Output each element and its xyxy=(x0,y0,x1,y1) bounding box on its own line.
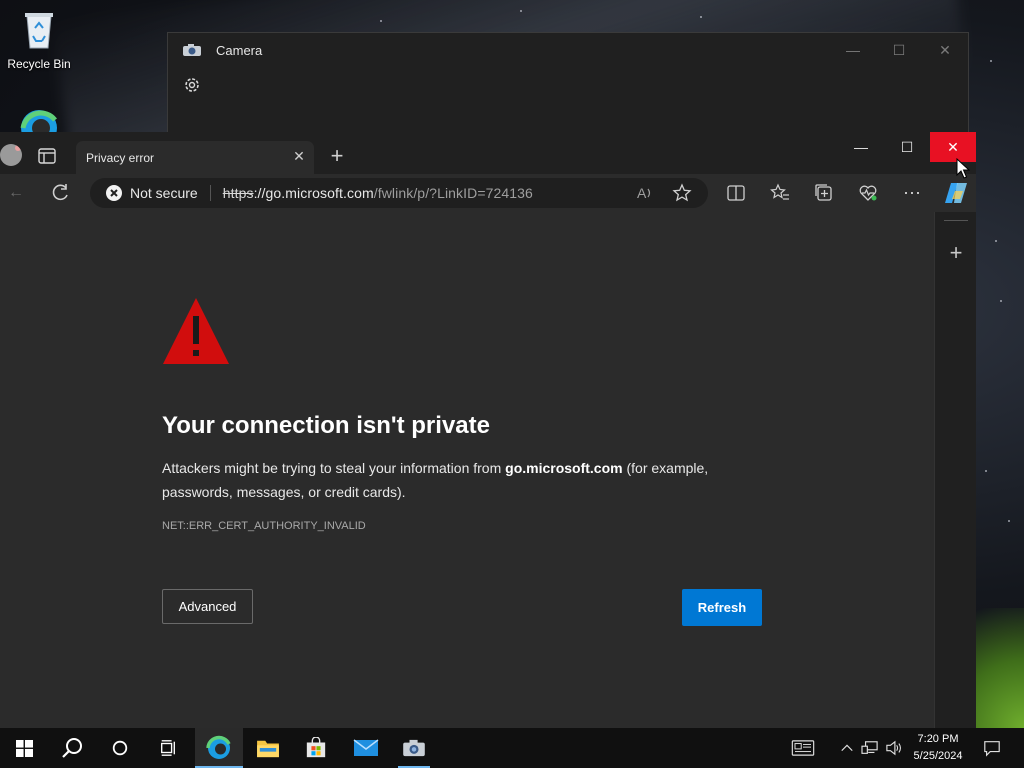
favorites-list-icon[interactable] xyxy=(768,181,792,205)
recycle-bin-icon xyxy=(25,13,53,49)
search-button[interactable] xyxy=(48,728,96,768)
error-desc-domain: go.microsoft.com xyxy=(505,460,623,476)
camera-window-title: Camera xyxy=(216,42,263,58)
url-domain: ://go.microsoft.com xyxy=(253,185,374,201)
taskbar: 7:20 PM 5/25/2024 xyxy=(0,728,1024,768)
camera-maximize-button[interactable]: ☐ xyxy=(876,33,922,67)
action-center-notification-icon[interactable] xyxy=(982,738,1002,758)
camera-app-icon xyxy=(183,44,201,56)
maximize-button[interactable]: ☐ xyxy=(884,132,930,162)
address-bar[interactable]: Not secure https://go.microsoft.com/fwli… xyxy=(90,178,708,208)
advanced-button[interactable]: Advanced xyxy=(162,589,253,624)
camera-settings-gear-icon[interactable] xyxy=(182,75,202,95)
search-icon xyxy=(62,738,82,758)
error-description: Attackers might be trying to steal your … xyxy=(162,456,732,504)
volume-speaker-icon[interactable] xyxy=(884,738,904,758)
camera-close-button[interactable]: ✕ xyxy=(922,33,968,67)
clock-time: 7:20 PM xyxy=(917,733,959,745)
system-clock[interactable]: 7:20 PM 5/25/2024 xyxy=(908,731,968,765)
edge-sidebar: + xyxy=(934,212,976,728)
sidebar-add-plus-icon[interactable]: + xyxy=(944,242,968,266)
address-divider xyxy=(209,185,211,201)
new-tab-plus-icon[interactable]: + xyxy=(326,145,348,168)
refresh-icon[interactable] xyxy=(48,181,72,205)
taskbar-camera-button[interactable] xyxy=(390,728,438,768)
task-view-icon xyxy=(161,740,175,756)
taskbar-file-explorer-button[interactable] xyxy=(244,728,292,768)
navigation-toolbar: ← Not secure https://go.microsoft.com/fw… xyxy=(0,174,976,212)
cortana-button[interactable] xyxy=(96,728,144,768)
not-secure-label[interactable]: Not secure xyxy=(130,185,198,201)
camera-minimize-button[interactable]: — xyxy=(830,33,876,67)
mouse-cursor-icon xyxy=(956,158,970,179)
copilot-icon[interactable] xyxy=(942,179,970,207)
recycle-bin-desktop-icon[interactable]: Recycle Bin xyxy=(4,8,74,71)
refresh-button[interactable]: Refresh xyxy=(682,589,762,626)
minimize-button[interactable]: — xyxy=(838,132,884,162)
show-hidden-icons-chevron-up-icon[interactable] xyxy=(837,738,857,758)
tab-close-icon[interactable]: ✕ xyxy=(292,149,306,163)
browser-essentials-heart-icon[interactable] xyxy=(856,181,880,205)
warning-triangle-icon xyxy=(163,298,229,364)
taskbar-mail-button[interactable] xyxy=(342,728,390,768)
favorite-star-icon[interactable] xyxy=(670,181,694,205)
split-screen-icon[interactable] xyxy=(724,181,748,205)
microsoft-store-icon xyxy=(306,737,326,758)
svg-text:A: A xyxy=(637,185,647,201)
clock-date: 5/25/2024 xyxy=(913,750,963,762)
cortana-circle-icon xyxy=(112,740,128,756)
folder-icon xyxy=(257,740,279,758)
not-secure-warning-icon[interactable] xyxy=(106,185,122,201)
start-button[interactable] xyxy=(0,728,48,768)
edge-browser-window: Privacy error ✕ + — ☐ ✕ ← Not secure htt… xyxy=(0,132,976,728)
sidebar-divider xyxy=(944,220,968,221)
tab-privacy-error[interactable]: Privacy error ✕ xyxy=(76,141,314,174)
windows-logo-icon xyxy=(15,739,33,757)
url-path: /fwlink/p/?LinkID=724136 xyxy=(373,185,533,201)
error-title: Your connection isn't private xyxy=(162,412,490,439)
back-arrow-icon[interactable]: ← xyxy=(4,181,28,205)
taskbar-edge-button[interactable] xyxy=(195,728,243,768)
url-text[interactable]: https://go.microsoft.com/fwlink/p/?LinkI… xyxy=(223,185,533,201)
error-code[interactable]: NET::ERR_CERT_AUTHORITY_INVALID xyxy=(162,520,366,532)
camera-window: Camera — ☐ ✕ xyxy=(167,32,969,142)
taskbar-store-button[interactable] xyxy=(292,728,340,768)
collections-icon[interactable] xyxy=(812,181,836,205)
mail-icon xyxy=(353,739,379,756)
error-desc-prefix: Attackers might be trying to steal your … xyxy=(162,460,506,476)
network-icon[interactable] xyxy=(860,738,880,758)
tab-strip: Privacy error ✕ + — ☐ ✕ xyxy=(0,132,976,174)
news-and-interests-icon[interactable] xyxy=(790,738,816,758)
more-options-ellipsis-icon[interactable]: ⋯ xyxy=(900,181,924,205)
tab-actions-menu-icon[interactable] xyxy=(36,146,58,166)
recycle-bin-label: Recycle Bin xyxy=(7,57,71,71)
profile-avatar-icon[interactable] xyxy=(0,144,22,166)
read-aloud-icon[interactable]: A xyxy=(632,181,656,205)
tab-title: Privacy error xyxy=(86,150,155,165)
error-page: Your connection isn't private Attackers … xyxy=(0,212,934,728)
camera-icon xyxy=(403,739,425,757)
task-view-button[interactable] xyxy=(144,728,192,768)
edge-icon xyxy=(206,735,231,759)
url-scheme: https xyxy=(222,185,254,201)
